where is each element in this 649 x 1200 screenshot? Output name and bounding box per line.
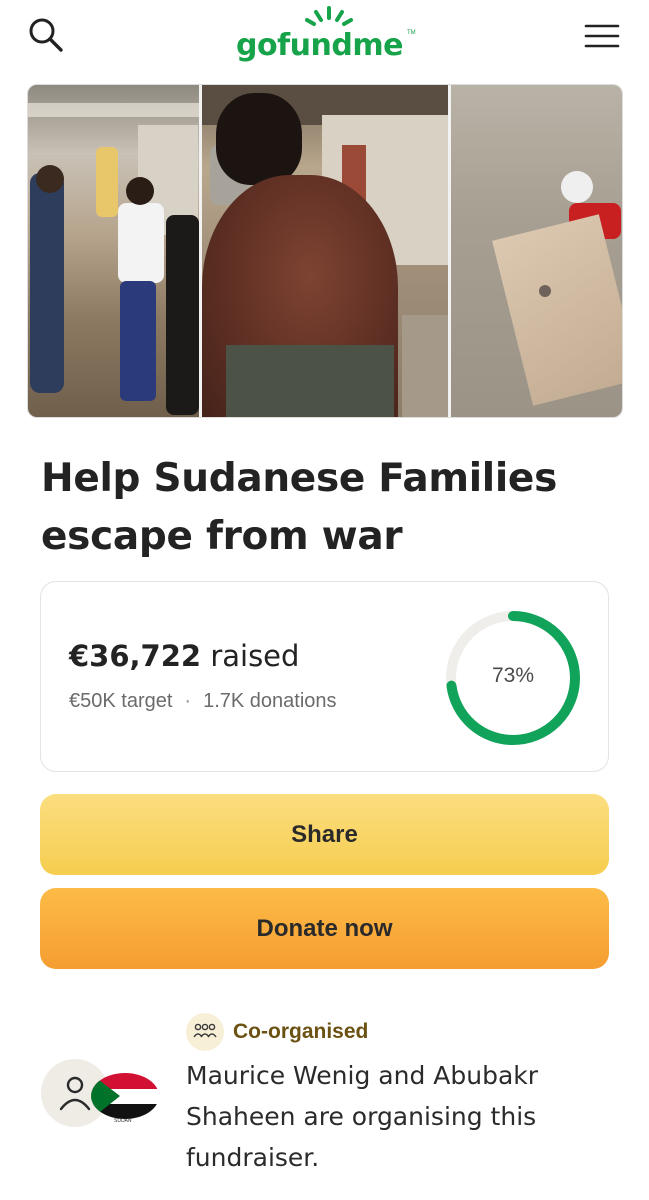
amount-raised: €36,722 raised [69, 639, 299, 673]
donation-count: 1.7K donations [203, 690, 337, 712]
photo-injured-back [202, 85, 448, 417]
photo-victim-on-ground [451, 85, 622, 417]
logo-trademark: TM [407, 30, 416, 36]
top-nav-bar: gofundme TM [0, 0, 649, 80]
gofundme-logo[interactable]: gofundme TM [232, 6, 422, 72]
raised-amount: €36,722 [69, 639, 202, 673]
sun-rays-icon [305, 6, 353, 26]
hamburger-menu-icon [584, 24, 620, 48]
person-icon [59, 1076, 91, 1111]
search-icon [29, 18, 63, 52]
search-button[interactable] [22, 14, 70, 58]
target-amount: €50K target [69, 690, 173, 712]
separator-dot: · [184, 690, 192, 712]
menu-button[interactable] [578, 14, 626, 58]
logo-wordmark: gofundme [236, 28, 403, 63]
share-button[interactable]: Share [40, 794, 609, 875]
donation-progress-card: €36,722 raised €50K target · 1.7K donati… [40, 581, 609, 772]
campaign-hero-image[interactable] [27, 84, 623, 418]
co-organised-label: Co-organised [233, 1020, 369, 1043]
raised-suffix: raised [210, 639, 300, 673]
organisers-description: Maurice Wenig and Abubakr Shaheen are or… [186, 1061, 539, 1172]
sudan-flag-avatar[interactable] [90, 1069, 160, 1123]
progress-percent: 73% [491, 664, 535, 687]
campaign-title: Help Sudanese Families escape from war [41, 456, 557, 559]
photo-people-gathered [28, 85, 199, 417]
goal-and-donations: €50K target · 1.7K donations [69, 690, 337, 713]
donate-now-button[interactable]: Donate now [40, 888, 609, 969]
co-organised-badge: Co-organised [186, 1013, 368, 1051]
people-group-icon [186, 1013, 224, 1051]
flag-caption: SUDAN [114, 1118, 132, 1124]
